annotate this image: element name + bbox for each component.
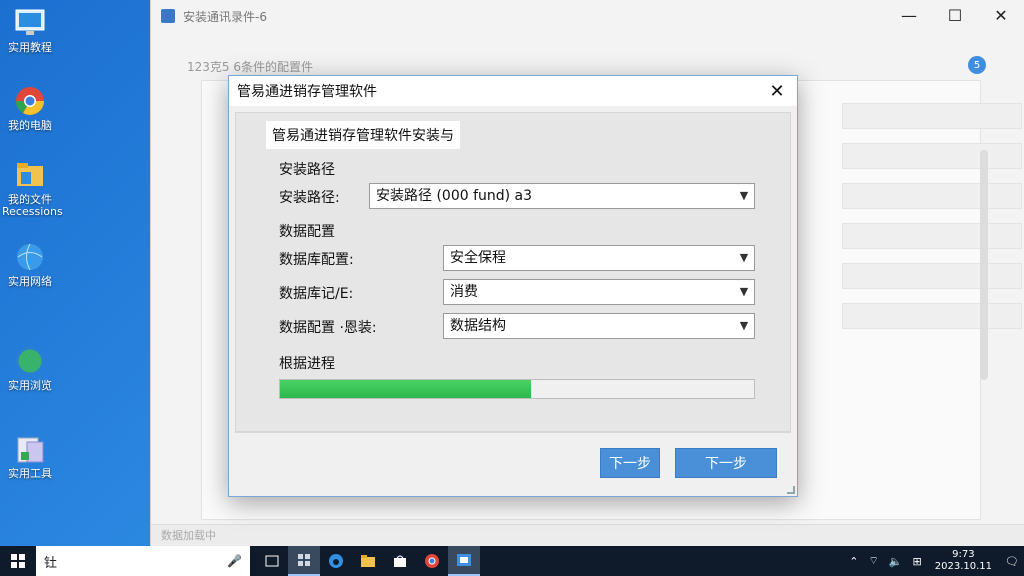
system-tray: ⌃ ⌔ 🔈 ⊞ 9:73 2023.10.11 🗨 xyxy=(844,546,1024,576)
desktop-icon-network[interactable]: 实用网络 xyxy=(2,240,58,288)
dialog-titlebar: 管易通进销存管理软件 xyxy=(229,76,797,106)
edge-browser-icon[interactable] xyxy=(320,546,352,576)
back-button[interactable]: 下一步 xyxy=(600,448,660,478)
db-record-label: 数据库记/E: xyxy=(279,286,354,302)
globe-icon xyxy=(17,243,43,271)
windows-icon xyxy=(11,554,25,568)
task-view-icon[interactable] xyxy=(256,546,288,576)
desktop-icon-label: 实用浏览 xyxy=(8,379,52,392)
desktop-icon-computer[interactable]: 我的电脑 xyxy=(2,84,58,132)
dialog-heading: 管易通进销存管理软件安装与 xyxy=(266,121,460,149)
desktop-icon-label: 实用网络 xyxy=(8,275,52,288)
file-explorer-icon[interactable] xyxy=(352,546,384,576)
data-install-label: 数据配置 ·恩装: xyxy=(279,320,377,336)
chevron-down-icon: ▼ xyxy=(739,285,749,298)
install-path-value: 安装路径 (000 fund) a3 xyxy=(376,188,533,204)
progress-label: 根据进程 xyxy=(279,356,335,372)
desktop-icon-label: 我的电脑 xyxy=(8,119,52,132)
internet-icon xyxy=(15,346,45,376)
background-status-bar: 数据加载中 xyxy=(151,524,1024,546)
toolbox-icon xyxy=(17,437,44,463)
dialog-title: 管易通进销存管理软件 xyxy=(237,84,377,100)
chrome-icon xyxy=(16,87,44,115)
folder-icon xyxy=(17,163,43,186)
chevron-down-icon: ▼ xyxy=(739,251,749,264)
background-window-title: 安装通讯录件-6 xyxy=(183,9,267,24)
close-window-button[interactable]: ✕ xyxy=(978,0,1024,30)
app-icon xyxy=(161,9,175,23)
search-text: 钍 xyxy=(44,555,58,571)
background-scrollbar[interactable] xyxy=(980,150,988,380)
db-record-value: 消费 xyxy=(450,284,478,300)
section-data-config: 数据配置 xyxy=(279,224,335,240)
desktop-icon-label: 实用教程 xyxy=(8,41,52,54)
start-button[interactable] xyxy=(0,546,36,576)
next-button[interactable]: 下一步 xyxy=(675,448,777,478)
background-window-subtitle: 123克5 6条件的配置件 xyxy=(187,60,313,74)
db-config-label: 数据库配置: xyxy=(279,252,354,268)
input-method-icon[interactable]: ⊞ xyxy=(913,555,922,568)
data-install-select[interactable]: 数据结构 ▼ xyxy=(443,313,755,339)
resize-grip[interactable] xyxy=(787,486,795,494)
background-row xyxy=(842,143,1022,169)
clock-date: 2023.10.11 xyxy=(934,561,993,572)
desktop-icon-tools[interactable]: 实用工具 xyxy=(2,432,58,480)
maximize-button[interactable]: ☐ xyxy=(932,0,978,30)
background-row xyxy=(842,223,1022,249)
taskbar-app-grid-icon[interactable] xyxy=(288,546,320,576)
chevron-down-icon: ▼ xyxy=(739,189,749,202)
install-progress-bar xyxy=(279,379,755,399)
background-row xyxy=(842,183,1022,209)
desktop-icon-label: 实用工具 xyxy=(8,467,52,480)
db-config-select[interactable]: 安全保程 ▼ xyxy=(443,245,755,271)
db-config-value: 安全保程 xyxy=(450,250,506,266)
install-path-select[interactable]: 安装路径 (000 fund) a3 ▼ xyxy=(369,183,755,209)
taskbar: 钍 🎤 ⌃ ⌔ 🔈 ⊞ 9:73 2023.10.11 🗨 xyxy=(0,546,1024,576)
install-path-label: 安装路径: xyxy=(279,190,340,206)
background-row xyxy=(842,263,1022,289)
close-icon[interactable]: ✕ xyxy=(757,76,797,106)
chrome-taskbar-icon[interactable] xyxy=(416,546,448,576)
monitor-icon xyxy=(15,9,45,35)
window-controls: — ☐ ✕ xyxy=(886,0,1024,30)
desktop-icon-tutorial[interactable]: 实用教程 xyxy=(2,6,58,54)
installer-dialog: 管易通进销存管理软件 ✕ 管易通进销存管理软件安装与 安装路径 安装路径: 安装… xyxy=(228,75,798,497)
minimize-button[interactable]: — xyxy=(886,0,932,30)
notification-badge[interactable]: 5 xyxy=(968,56,986,74)
dialog-body: 管易通进销存管理软件安装与 安装路径 安装路径: 安装路径 (000 fund)… xyxy=(235,112,791,432)
progress-fill xyxy=(280,380,532,398)
installer-app-icon[interactable] xyxy=(448,546,480,576)
store-icon[interactable] xyxy=(384,546,416,576)
chevron-down-icon: ▼ xyxy=(739,319,749,332)
volume-icon[interactable]: 🔈 xyxy=(889,555,903,568)
background-row xyxy=(842,103,1022,129)
network-icon[interactable]: ⌔ xyxy=(869,554,879,568)
desktop-icon-label: 我的文件 Recessions xyxy=(2,193,63,218)
taskbar-apps xyxy=(256,546,480,576)
clock-time: 9:73 xyxy=(952,549,975,560)
background-row xyxy=(842,303,1022,329)
taskbar-search-input[interactable]: 钍 🎤 xyxy=(36,546,250,576)
microphone-icon[interactable]: 🎤 xyxy=(227,554,242,568)
notifications-icon[interactable]: 🗨 xyxy=(1005,555,1019,568)
desktop-icon-browser[interactable]: 实用浏览 xyxy=(2,344,58,392)
section-install-path: 安装路径 xyxy=(279,162,335,178)
dialog-divider xyxy=(235,432,791,433)
desktop-icon-files[interactable]: 我的文件 Recessions xyxy=(2,158,63,218)
chevron-up-icon[interactable]: ⌃ xyxy=(849,555,858,568)
clock[interactable]: 9:73 2023.10.11 xyxy=(935,549,992,573)
db-record-select[interactable]: 消费 ▼ xyxy=(443,279,755,305)
data-install-value: 数据结构 xyxy=(450,318,506,334)
